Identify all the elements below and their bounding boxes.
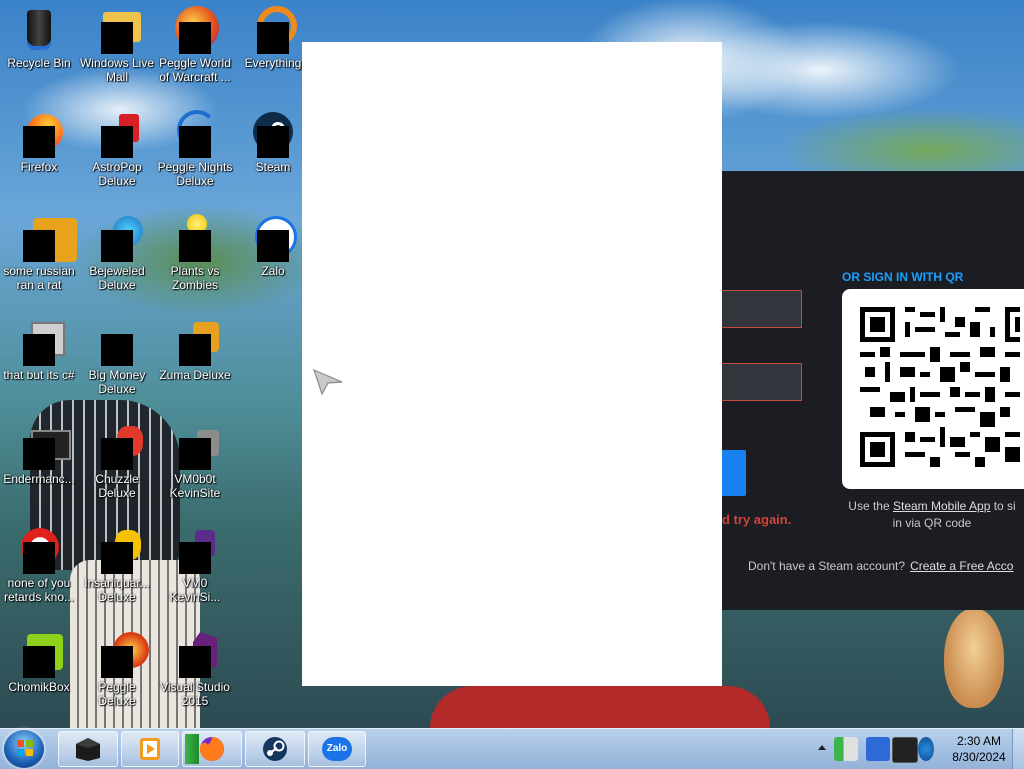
desktop-icon-zalo[interactable]: Zalo xyxy=(234,214,312,278)
zalo-icon: Zalo xyxy=(322,737,352,761)
media-player-icon xyxy=(140,738,160,760)
redaction-box xyxy=(179,646,211,678)
box-icon xyxy=(76,738,100,761)
green-progress-icon xyxy=(185,734,199,764)
taskbar-clock[interactable]: 2:30 AM 8/30/2024 xyxy=(944,733,1014,765)
steam-mobile-app-link[interactable]: Steam Mobile App xyxy=(893,499,990,513)
redaction-box xyxy=(257,126,289,158)
blank-app-window[interactable] xyxy=(302,42,722,686)
password-input[interactable] xyxy=(722,363,802,401)
redaction-box xyxy=(179,334,211,366)
clock-date: 8/30/2024 xyxy=(952,750,1006,764)
steam-login-window: d try again. OR SIGN IN WITH QR Use the … xyxy=(722,171,1024,610)
tray-vm-icon[interactable] xyxy=(866,737,890,761)
desktop-icon-vm0b0t-kevinsite[interactable]: VM0b0t KevinSite xyxy=(156,422,234,500)
qr-sign-in-heading: OR SIGN IN WITH QR xyxy=(842,270,964,284)
redaction-box xyxy=(179,230,211,262)
desktop-icon-everything[interactable]: Everything xyxy=(234,6,312,70)
taskbar-app-zalo[interactable]: Zalo xyxy=(308,731,366,767)
redaction-box xyxy=(101,438,133,470)
no-account-row: Don't have a Steam account? Create a Free… xyxy=(748,559,1014,573)
show-hidden-icons-arrow[interactable] xyxy=(818,745,826,750)
firefox-icon xyxy=(199,737,224,761)
desktop-icon-bejeweled-deluxe[interactable]: Bejeweled Deluxe xyxy=(78,214,156,292)
redaction-box xyxy=(101,646,133,678)
system-tray: 2:30 AM 8/30/2024 xyxy=(812,729,1024,769)
desktop-icon-some-russian-ran-a-rat[interactable]: some russian ran a rat xyxy=(0,214,78,292)
qr-help-text: Use the Steam Mobile App to si in via QR… xyxy=(848,499,1016,530)
redaction-box xyxy=(23,334,55,366)
redaction-box xyxy=(101,230,133,262)
desktop-icon-steam[interactable]: Steam xyxy=(234,110,312,174)
clock-time: 2:30 AM xyxy=(956,734,1002,748)
taskbar-app-media[interactable] xyxy=(121,731,179,767)
desktop-icon-that-but-its-csharp[interactable]: that but its c# xyxy=(0,318,78,382)
desktop-icon-zuma-deluxe[interactable]: Zuma Deluxe xyxy=(156,318,234,382)
taskbar-app-steam[interactable] xyxy=(245,731,305,767)
redaction-box xyxy=(101,126,133,158)
desktop-icon-insaniquarium-deluxe[interactable]: Insaniquar... Deluxe xyxy=(78,526,156,604)
desktop-icon-peggle-deluxe[interactable]: Peggle Deluxe xyxy=(78,630,156,708)
desktop-icon-windows-live-mail[interactable]: Windows Live Mail xyxy=(78,6,156,84)
desktop-icon-big-money-deluxe[interactable]: Big Money Deluxe xyxy=(78,318,156,396)
redaction-box xyxy=(101,542,133,574)
windows-logo-icon xyxy=(17,740,33,756)
desktop-icon-vm0-kevinsi[interactable]: VM0 KevinSi... xyxy=(156,526,234,604)
redaction-box xyxy=(179,438,211,470)
redaction-box xyxy=(23,126,55,158)
desktop-icon-chomikbox[interactable]: ChomikBox xyxy=(0,630,78,694)
redaction-box xyxy=(23,646,55,678)
redaction-box xyxy=(257,230,289,262)
redaction-box xyxy=(23,542,55,574)
taskbar-app-dark[interactable] xyxy=(58,731,118,767)
tray-network-icon[interactable] xyxy=(918,737,934,761)
redaction-box xyxy=(23,230,55,262)
redaction-box xyxy=(179,126,211,158)
desktop-icon-visual-studio-2015[interactable]: Visual Studio 2015 xyxy=(156,630,234,708)
create-account-link[interactable]: Create a Free Acco xyxy=(910,559,1013,573)
redaction-box xyxy=(179,542,211,574)
account-name-input[interactable] xyxy=(722,290,802,328)
redaction-box xyxy=(257,22,289,54)
recycle-bin-icon xyxy=(27,10,51,50)
desktop-icon-endermanc[interactable]: Endermanc... xyxy=(0,422,78,486)
redaction-box xyxy=(23,438,55,470)
desktop-icon-peggle-nights-deluxe[interactable]: Peggle Nights Deluxe xyxy=(156,110,234,188)
redaction-box xyxy=(101,334,133,366)
desktop-icon-recycle-bin[interactable]: Recycle Bin xyxy=(0,6,78,70)
sign-in-button[interactable] xyxy=(722,450,746,496)
start-button[interactable] xyxy=(4,730,44,768)
desktop-icon-none-of-you[interactable]: none of you retards kno... xyxy=(0,526,78,604)
desktop-icon-firefox[interactable]: Firefox xyxy=(0,110,78,174)
desktop-icon-plants-vs-zombies[interactable]: Plants vs Zombies xyxy=(156,214,234,292)
desktop-icon-astropop-deluxe[interactable]: AstroPop Deluxe xyxy=(78,110,156,188)
wallpaper-red-figure xyxy=(430,686,770,728)
desktop-icon-peggle-world-of-warcraft[interactable]: Peggle World of Warcraft ... xyxy=(156,6,234,84)
taskbar-app-firefox[interactable] xyxy=(182,731,242,767)
steam-icon xyxy=(263,737,287,761)
tray-monitor-icon[interactable] xyxy=(892,737,918,763)
mouse-cursor-icon xyxy=(313,368,343,396)
login-error-message: d try again. xyxy=(722,512,792,527)
taskbar: Zalo 2:30 AM 8/30/2024 xyxy=(0,728,1024,769)
tray-app-icon[interactable] xyxy=(834,737,858,761)
qr-code-icon xyxy=(860,307,1020,467)
desktop-icon-chuzzle-deluxe[interactable]: Chuzzle Deluxe xyxy=(78,422,156,500)
redaction-box xyxy=(101,22,133,54)
show-desktop-button[interactable] xyxy=(1012,729,1024,769)
hamster-sticker xyxy=(944,608,1004,708)
redaction-box xyxy=(179,22,211,54)
qr-code-card xyxy=(842,289,1024,489)
